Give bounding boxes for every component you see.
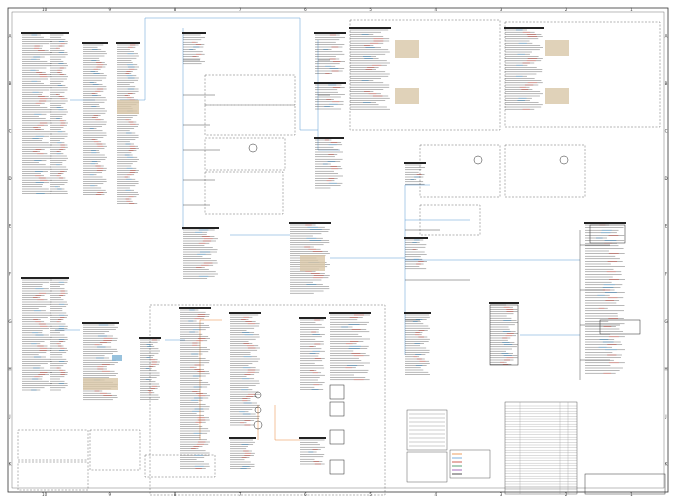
pin-block (49, 277, 69, 391)
pin-block (21, 32, 53, 194)
connector-pin-blocks (21, 27, 626, 469)
pin-block (229, 437, 256, 469)
pin-block (82, 42, 108, 195)
pin-block (179, 307, 211, 469)
column-label: 9 (109, 7, 112, 12)
column-ruler-bottom: 10 9 8 7 6 5 4 3 2 1 (42, 492, 633, 497)
row-ruler-right: A B C D E F G H J K (664, 33, 667, 466)
pin-block (489, 302, 519, 365)
column-label: 9 (109, 492, 112, 497)
column-label: 7 (239, 492, 242, 497)
row-ruler-left: A B C D E F G H J K (8, 33, 11, 466)
row-label: A (9, 33, 12, 38)
column-label: 10 (42, 7, 48, 12)
sheet-border (7, 7, 669, 493)
column-label: 2 (565, 492, 568, 497)
row-label: D (8, 176, 11, 181)
column-label: 3 (500, 7, 503, 12)
column-label: 7 (239, 7, 242, 12)
pin-block (299, 317, 326, 390)
pin-block (504, 27, 544, 110)
column-label: 8 (174, 7, 177, 12)
pin-block (182, 227, 219, 279)
pin-block (49, 32, 69, 194)
pin-block (299, 437, 326, 465)
row-label: K (665, 462, 668, 467)
pin-block (349, 27, 391, 110)
column-label: 5 (369, 492, 372, 497)
row-label: E (9, 224, 12, 229)
column-label: 1 (630, 492, 633, 497)
row-label: C (665, 129, 668, 134)
column-label: 10 (42, 492, 48, 497)
row-label: B (665, 81, 668, 86)
column-label: 1 (630, 7, 633, 12)
pin-block (314, 32, 346, 74)
column-label: 6 (304, 7, 307, 12)
pin-block (404, 237, 428, 269)
pin-block (329, 312, 371, 381)
row-label: D (664, 176, 667, 181)
row-label: G (664, 319, 667, 324)
row-label: F (665, 271, 668, 276)
row-label: E (665, 224, 668, 229)
row-label: B (9, 81, 12, 86)
row-label: G (8, 319, 11, 324)
pin-block (314, 82, 346, 110)
row-label: H (664, 367, 667, 372)
pin-block (404, 312, 431, 375)
row-label: H (8, 367, 11, 372)
pin-block (314, 137, 344, 189)
column-label: 4 (435, 7, 438, 12)
row-label: J (664, 414, 666, 419)
component-symbols (248, 143, 641, 475)
column-label: 6 (304, 492, 307, 497)
row-label: A (665, 33, 668, 38)
pin-block (229, 312, 261, 426)
pin-block (404, 162, 426, 185)
wiring-schematic: 10 9 8 7 6 5 4 3 2 1 10 9 8 7 6 5 4 3 2 1 A B C D E F G H J K A B C D E… (7, 7, 669, 497)
orange-wires (199, 319, 300, 441)
pin-block (116, 42, 140, 204)
column-label: 2 (565, 7, 568, 12)
column-label: 4 (435, 492, 438, 497)
pin-block (584, 222, 626, 374)
pin-block (182, 32, 206, 64)
column-label: 8 (174, 492, 177, 497)
row-label: F (9, 271, 12, 276)
black-wires (183, 59, 620, 380)
pin-block (21, 277, 53, 391)
legend-table (406, 401, 666, 495)
row-label: K (9, 462, 12, 467)
notes-table-rows (409, 402, 577, 494)
column-label: 3 (500, 492, 503, 497)
row-label: J (8, 414, 10, 419)
row-label: C (9, 129, 12, 134)
